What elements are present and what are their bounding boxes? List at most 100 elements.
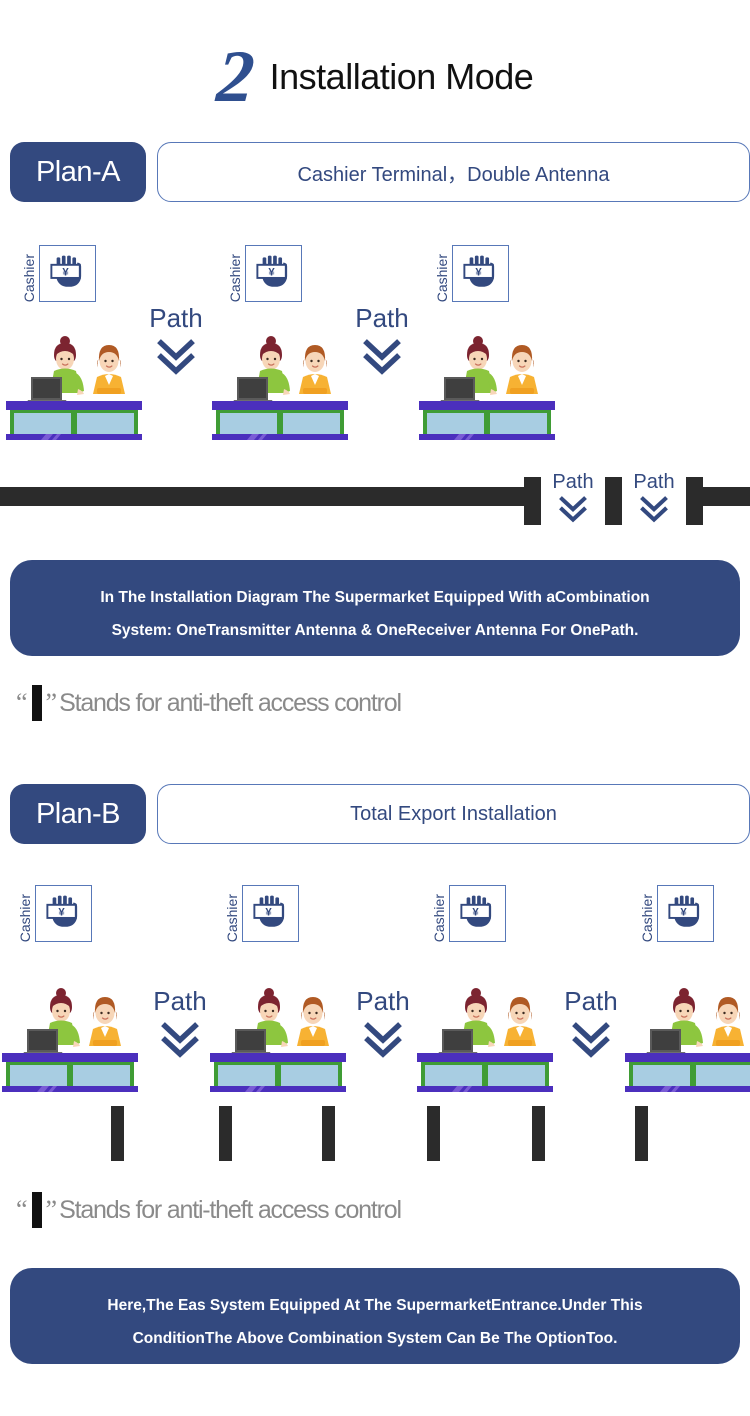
- legend-quote-open: “: [16, 688, 28, 717]
- plan-b-info-line-1: Here,The Eas System Equipped At The Supe…: [107, 1297, 643, 1314]
- cashier-terminal-icon: ¥: [657, 885, 714, 942]
- hand-card-yen-icon: ¥: [462, 255, 494, 287]
- plan-b-gate-bar-2: [219, 1106, 232, 1161]
- cashier-label: Cashier: [639, 893, 655, 942]
- antitheft-gate-symbol: [31, 685, 42, 721]
- hand-card-yen-icon: ¥: [45, 895, 77, 927]
- hand-card-yen-icon: ¥: [459, 895, 491, 927]
- page-title: Installation Mode: [269, 56, 534, 97]
- plan-a-path-1: Path: [138, 305, 214, 382]
- entrance-wall-left: [0, 487, 524, 506]
- plan-a-badge[interactable]: Plan-A: [10, 142, 146, 202]
- cashier-counter-illustration: [210, 988, 346, 1092]
- legend-quote-close: ”: [45, 688, 58, 717]
- plan-b-title: Total Export Installation: [157, 784, 750, 844]
- gate-pillar-1: [524, 477, 541, 525]
- path-label: Path: [355, 303, 409, 333]
- cashier-label: Cashier: [17, 893, 33, 942]
- plan-b-cashier-icon-2: Cashier ¥: [224, 885, 299, 942]
- double-chevron-down-icon: [138, 339, 214, 382]
- counter-top: [419, 401, 555, 410]
- counter-base: [2, 1086, 138, 1092]
- plan-b-path-2: Path: [345, 988, 421, 1065]
- plan-b-gate-bar-5: [532, 1106, 545, 1161]
- hand-card-yen-icon: ¥: [252, 895, 284, 927]
- plan-b-cashier-icon-3: Cashier ¥: [431, 885, 506, 942]
- cashier-label: Cashier: [224, 893, 240, 942]
- cashier-terminal-icon: ¥: [242, 885, 299, 942]
- counter-base: [212, 434, 348, 440]
- laptop-icon: [22, 1029, 64, 1056]
- plan-b-counter-2: [206, 985, 354, 1098]
- path-label: Path: [356, 986, 410, 1016]
- legend-quote-open: “: [16, 1195, 28, 1224]
- cashier-terminal-icon: ¥: [35, 885, 92, 942]
- counter-top: [212, 401, 348, 410]
- customer-figure: [299, 345, 331, 394]
- plan-b-counter-4: [621, 985, 750, 1098]
- double-chevron-down-icon: [344, 339, 420, 382]
- customer-figure: [93, 345, 125, 394]
- page-header: 2 Installation Mode: [0, 36, 750, 118]
- plan-a-path-2: Path: [344, 305, 420, 382]
- customer-figure: [504, 997, 536, 1046]
- path-label: Path: [153, 986, 207, 1016]
- laptop-icon: [230, 1029, 272, 1056]
- svg-text:¥: ¥: [268, 266, 275, 278]
- cashier-label: Cashier: [21, 253, 37, 302]
- cashier-terminal-icon: ¥: [452, 245, 509, 302]
- path-label: Path: [149, 303, 203, 333]
- legend-text: Stands for anti-theft access control: [59, 688, 402, 717]
- plan-a-counter-3: [415, 333, 563, 446]
- double-chevron-down-icon: [142, 1022, 218, 1065]
- double-chevron-down-icon: [345, 1022, 421, 1065]
- plan-a-cashier-icon-3: Cashier ¥: [434, 245, 509, 302]
- double-chevron-down-icon: [541, 496, 605, 529]
- svg-text:¥: ¥: [475, 266, 482, 278]
- counter-top: [6, 401, 142, 410]
- cashier-label: Cashier: [431, 893, 447, 942]
- plan-b-counter-3: [413, 985, 561, 1098]
- cashier-counter-illustration: [6, 336, 142, 440]
- plan-a-cashier-icon-2: Cashier ¥: [227, 245, 302, 302]
- legend-quote-close: ”: [45, 1195, 58, 1224]
- gate-pillar-3: [686, 477, 703, 525]
- antitheft-gate-symbol: [31, 1192, 42, 1228]
- plan-b-header-row: Plan-B Total Export Installation: [10, 783, 750, 845]
- plan-b-path-3: Path: [553, 988, 629, 1065]
- cashier-counter-illustration: [419, 336, 555, 440]
- section-number: 2: [213, 36, 255, 118]
- plan-b-legend: “ ” Stands for anti-theft access control: [16, 1192, 402, 1228]
- cashier-label: Cashier: [227, 253, 243, 302]
- plan-a-info-box: In The Installation Diagram The Supermar…: [10, 560, 740, 656]
- cashier-terminal-icon: ¥: [245, 245, 302, 302]
- plan-b-info-box: Here,The Eas System Equipped At The Supe…: [10, 1268, 740, 1364]
- cashier-terminal-icon: ¥: [449, 885, 506, 942]
- installation-mode-page: 2 Installation Mode Plan-A Cashier Termi…: [0, 0, 750, 1416]
- counter-top: [417, 1053, 553, 1062]
- cashier-counter-illustration: [625, 988, 750, 1092]
- plan-a-header-row: Plan-A Cashier Terminal，Double Antenna: [10, 141, 750, 203]
- cashier-counter-illustration: [2, 988, 138, 1092]
- customer-figure: [297, 997, 329, 1046]
- counter-base: [625, 1086, 750, 1092]
- counter-base: [417, 1086, 553, 1092]
- counter-top: [210, 1053, 346, 1062]
- hand-card-yen-icon: ¥: [49, 255, 81, 287]
- plan-b-badge[interactable]: Plan-B: [10, 784, 146, 844]
- plan-a-wall-path-1: Path: [541, 472, 605, 529]
- svg-text:¥: ¥: [58, 906, 65, 918]
- double-chevron-down-icon: [622, 496, 686, 529]
- plan-b-cashier-icon-1: Cashier ¥: [17, 885, 92, 942]
- plan-b-gate-bar-1: [111, 1106, 124, 1161]
- hand-card-yen-icon: ¥: [667, 895, 699, 927]
- entrance-wall-right: [703, 487, 750, 506]
- path-label: Path: [633, 471, 675, 493]
- laptop-icon: [439, 377, 481, 404]
- laptop-icon: [232, 377, 274, 404]
- plan-b-info-line-2: ConditionThe Above Combination System Ca…: [132, 1329, 618, 1347]
- svg-text:¥: ¥: [62, 266, 69, 278]
- plan-a-legend: “ ” Stands for anti-theft access control: [16, 685, 402, 721]
- customer-figure: [712, 997, 744, 1046]
- cashier-counter-illustration: [212, 336, 348, 440]
